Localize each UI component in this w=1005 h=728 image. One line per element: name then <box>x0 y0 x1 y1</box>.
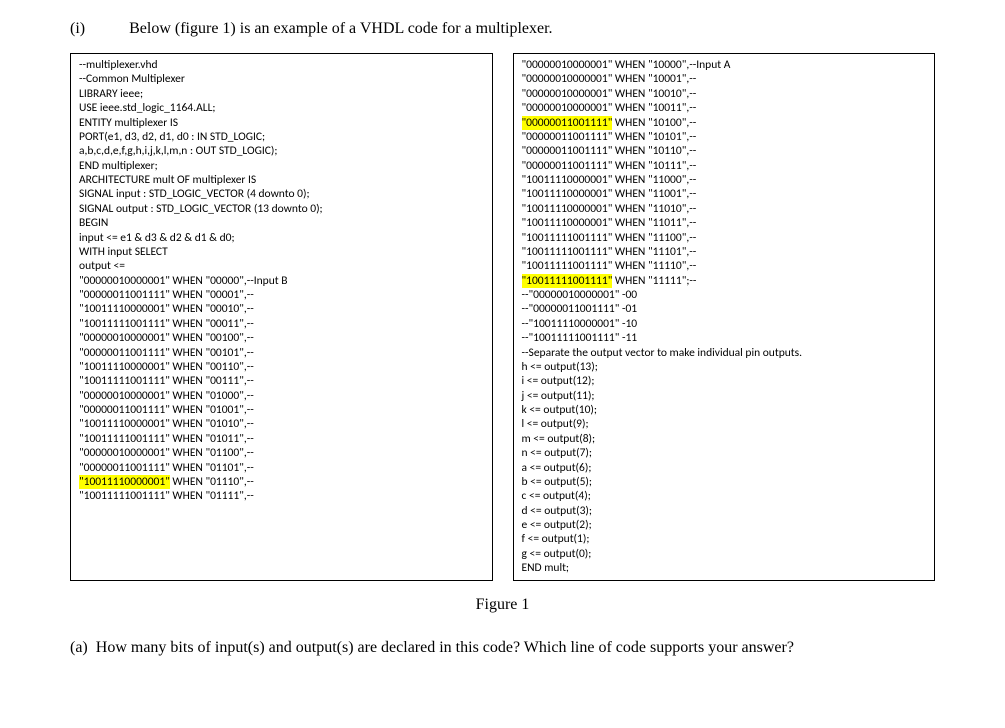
code-box-right: "00000010000001" WHEN "10000",--Input A"… <box>513 53 936 581</box>
code-line: a <= output(6); <box>522 461 927 475</box>
code-line: "00000011001111" WHEN "10100",-- <box>522 116 927 130</box>
code-line: SIGNAL output : STD_LOGIC_VECTOR (13 dow… <box>79 202 484 216</box>
code-line: END mult; <box>522 561 927 575</box>
code-line: "00000011001111" WHEN "10111",-- <box>522 159 927 173</box>
code-line: input <= e1 & d3 & d2 & d1 & d0; <box>79 231 484 245</box>
code-line: "10011110000001" WHEN "11000",-- <box>522 173 927 187</box>
code-line: "00000010000001" WHEN "00000",--Input B <box>79 274 484 288</box>
code-line: "00000011001111" WHEN "10101",-- <box>522 130 927 144</box>
code-line: "10011111001111" WHEN "00011",-- <box>79 317 484 331</box>
code-line: --"00000010000001" -00 <box>522 288 927 302</box>
code-line: "00000010000001" WHEN "10011",-- <box>522 101 927 115</box>
code-line: ARCHITECTURE mult OF multiplexer IS <box>79 173 484 187</box>
code-line: "00000010000001" WHEN "10001",-- <box>522 72 927 86</box>
code-line: f <= output(1); <box>522 532 927 546</box>
code-line: "10011110000001" WHEN "11011",-- <box>522 216 927 230</box>
code-line: "00000010000001" WHEN "00100",-- <box>79 331 484 345</box>
header-text: Below (figure 1) is an example of a VHDL… <box>129 20 552 37</box>
code-line: "10011110000001" WHEN "00010",-- <box>79 302 484 316</box>
code-line: "00000010000001" WHEN "01000",-- <box>79 389 484 403</box>
code-line: "10011111001111" WHEN "11101",-- <box>522 245 927 259</box>
code-line: d <= output(3); <box>522 504 927 518</box>
code-line: "10011111001111" WHEN "11110",-- <box>522 259 927 273</box>
code-line: --"10011111001111" -11 <box>522 331 927 345</box>
code-container: --multiplexer.vhd--Common MultiplexerLIB… <box>70 53 935 581</box>
code-line: "10011110000001" WHEN "11001",-- <box>522 187 927 201</box>
code-line: LIBRARY ieee; <box>79 87 484 101</box>
code-line: "10011111001111" WHEN "11100",-- <box>522 231 927 245</box>
code-line: i <= output(12); <box>522 374 927 388</box>
code-line: j <= output(11); <box>522 389 927 403</box>
code-line: h <= output(13); <box>522 360 927 374</box>
part-label: (i) <box>70 20 85 38</box>
code-line: WITH input SELECT <box>79 245 484 259</box>
code-line: "10011111001111" WHEN "01011",-- <box>79 432 484 446</box>
question-header: (i) Below (figure 1) is an example of a … <box>20 20 985 38</box>
code-line: PORT(e1, d3, d2, d1, d0 : IN STD_LOGIC; <box>79 130 484 144</box>
code-line: --multiplexer.vhd <box>79 58 484 72</box>
question-label: (a) <box>70 639 88 657</box>
code-line: ENTITY multiplexer IS <box>79 116 484 130</box>
code-line: --"10011110000001" -10 <box>522 317 927 331</box>
code-line: SIGNAL input : STD_LOGIC_VECTOR (4 downt… <box>79 187 484 201</box>
code-box-left: --multiplexer.vhd--Common MultiplexerLIB… <box>70 53 493 581</box>
code-line: b <= output(5); <box>522 475 927 489</box>
subquestion-a: (a) How many bits of input(s) and output… <box>20 639 985 657</box>
code-line: m <= output(8); <box>522 432 927 446</box>
code-line: "10011111001111" WHEN "11111";-- <box>522 274 927 288</box>
question-text: How many bits of input(s) and output(s) … <box>96 639 985 657</box>
code-line: "10011111001111" WHEN "01111",-- <box>79 489 484 503</box>
code-line: "00000011001111" WHEN "00101",-- <box>79 346 484 360</box>
code-line: k <= output(10); <box>522 403 927 417</box>
figure-label: Figure 1 <box>20 596 985 614</box>
code-line: a,b,c,d,e,f,g,h,i,j,k,l,m,n : OUT STD_LO… <box>79 144 484 158</box>
code-line: l <= output(9); <box>522 417 927 431</box>
code-line: "00000011001111" WHEN "10110",-- <box>522 144 927 158</box>
code-line: END multiplexer; <box>79 159 484 173</box>
code-line: USE ieee.std_logic_1164.ALL; <box>79 101 484 115</box>
code-line: "10011110000001" WHEN "01110",-- <box>79 475 484 489</box>
code-line: "10011111001111" WHEN "00111",-- <box>79 374 484 388</box>
code-line: n <= output(7); <box>522 446 927 460</box>
code-line: "00000010000001" WHEN "01100",-- <box>79 446 484 460</box>
code-line: "00000011001111" WHEN "01101",-- <box>79 461 484 475</box>
code-line: "10011110000001" WHEN "00110",-- <box>79 360 484 374</box>
code-line: --"00000011001111" -01 <box>522 302 927 316</box>
code-line: BEGIN <box>79 216 484 230</box>
code-line: c <= output(4); <box>522 489 927 503</box>
code-line: "00000011001111" WHEN "01001",-- <box>79 403 484 417</box>
code-line: "00000011001111" WHEN "00001",-- <box>79 288 484 302</box>
code-line: e <= output(2); <box>522 518 927 532</box>
code-line: --Separate the output vector to make ind… <box>522 346 927 360</box>
code-line: --Common Multiplexer <box>79 72 484 86</box>
code-line: "00000010000001" WHEN "10000",--Input A <box>522 58 927 72</box>
code-line: g <= output(0); <box>522 547 927 561</box>
code-line: "00000010000001" WHEN "10010",-- <box>522 87 927 101</box>
code-line: "10011110000001" WHEN "11010",-- <box>522 202 927 216</box>
code-line: "10011110000001" WHEN "01010",-- <box>79 417 484 431</box>
code-line: output <= <box>79 259 484 273</box>
